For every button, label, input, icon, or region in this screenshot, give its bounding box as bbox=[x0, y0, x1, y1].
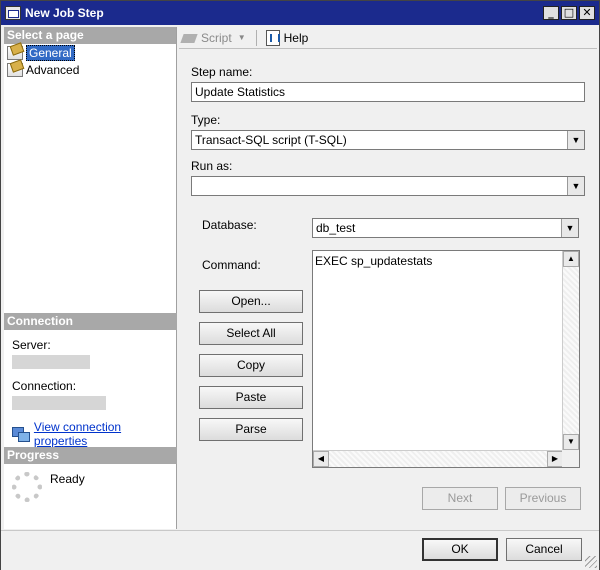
chevron-down-icon[interactable]: ▼ bbox=[567, 131, 584, 149]
command-label: Command: bbox=[202, 258, 261, 272]
run-as-select[interactable]: ▼ bbox=[191, 176, 585, 196]
cancel-button[interactable]: Cancel bbox=[506, 538, 582, 561]
command-buttons: Open... Select All Copy Paste Parse bbox=[199, 290, 303, 450]
ok-button[interactable]: OK bbox=[422, 538, 498, 561]
database-select[interactable]: db_test ▼ bbox=[312, 218, 579, 238]
toolbar: Script ▼ Help bbox=[179, 27, 597, 49]
open-button[interactable]: Open... bbox=[199, 290, 303, 313]
help-button[interactable]: Help bbox=[265, 29, 309, 46]
window-icon bbox=[5, 6, 21, 20]
progress-header: Progress bbox=[4, 447, 177, 464]
page-item-advanced[interactable]: Advanced bbox=[7, 62, 176, 78]
progress-section: Progress Ready bbox=[4, 447, 177, 510]
chevron-down-icon[interactable]: ▼ bbox=[567, 177, 584, 195]
chevron-down-icon[interactable]: ▼ bbox=[561, 219, 578, 237]
left-pane: Select a page General Advanced Connectio… bbox=[4, 27, 177, 529]
connection-header: Connection bbox=[4, 313, 177, 330]
previous-button[interactable]: Previous bbox=[505, 487, 581, 510]
help-label: Help bbox=[283, 30, 309, 45]
server-value bbox=[12, 355, 90, 369]
database-label: Database: bbox=[202, 218, 257, 232]
dialog-footer: OK Cancel bbox=[1, 530, 599, 570]
close-button[interactable]: ✕ bbox=[579, 6, 595, 20]
script-icon bbox=[182, 32, 198, 44]
resize-grip-icon[interactable] bbox=[585, 556, 597, 568]
next-button[interactable]: Next bbox=[422, 487, 498, 510]
server-label: Server: bbox=[12, 338, 51, 352]
command-textarea[interactable]: EXEC sp_updatestats ▲ ▼ ◀ ▶ bbox=[312, 250, 580, 468]
minimize-button[interactable]: _ bbox=[543, 6, 559, 20]
horizontal-scrollbar[interactable]: ◀ ▶ bbox=[313, 450, 563, 467]
new-job-step-dialog: New Job Step _ □ ✕ Select a page General… bbox=[0, 0, 600, 570]
script-label: Script bbox=[201, 30, 232, 45]
network-icon bbox=[12, 427, 30, 442]
window-title: New Job Step bbox=[25, 6, 104, 20]
scroll-right-icon[interactable]: ▶ bbox=[547, 451, 563, 467]
general-form: Step name: Update Statistics Type: Trans… bbox=[191, 65, 587, 196]
type-value: Transact-SQL script (T-SQL) bbox=[195, 133, 347, 147]
copy-button[interactable]: Copy bbox=[199, 354, 303, 377]
run-as-value bbox=[192, 177, 567, 195]
view-connection-properties-label: View connection properties bbox=[33, 420, 122, 448]
paste-button[interactable]: Paste bbox=[199, 386, 303, 409]
page-icon bbox=[7, 46, 23, 60]
select-page-header: Select a page bbox=[4, 27, 176, 44]
page-label: General bbox=[26, 45, 75, 61]
step-name-input[interactable]: Update Statistics bbox=[191, 82, 585, 102]
connection-value bbox=[12, 396, 106, 410]
type-select[interactable]: Transact-SQL script (T-SQL) ▼ bbox=[191, 130, 585, 150]
progress-spinner-icon bbox=[12, 472, 42, 502]
scrollbar-corner bbox=[562, 450, 579, 467]
maximize-button[interactable]: □ bbox=[561, 6, 577, 20]
parse-button[interactable]: Parse bbox=[199, 418, 303, 441]
step-name-label: Step name: bbox=[191, 65, 253, 79]
title-bar: New Job Step _ □ ✕ bbox=[1, 1, 599, 25]
run-as-label: Run as: bbox=[191, 159, 233, 173]
type-label: Type: bbox=[191, 113, 221, 127]
page-item-general[interactable]: General bbox=[7, 45, 176, 61]
connection-section: Connection Server: Connection: View conn… bbox=[4, 313, 177, 448]
progress-status: Ready bbox=[50, 472, 85, 486]
select-all-button[interactable]: Select All bbox=[199, 322, 303, 345]
help-icon bbox=[265, 29, 280, 46]
script-button[interactable]: Script ▼ bbox=[182, 31, 246, 45]
chevron-down-icon: ▼ bbox=[237, 33, 246, 42]
window-controls: _ □ ✕ bbox=[543, 6, 595, 20]
connection-label: Connection: bbox=[12, 379, 77, 393]
toolbar-separator bbox=[255, 29, 257, 46]
scroll-up-icon[interactable]: ▲ bbox=[563, 251, 579, 267]
scroll-down-icon[interactable]: ▼ bbox=[563, 434, 579, 450]
vertical-scrollbar[interactable]: ▲ ▼ bbox=[562, 251, 579, 450]
database-value: db_test bbox=[316, 221, 356, 235]
page-list: General Advanced bbox=[4, 44, 176, 312]
view-connection-properties-link[interactable]: View connection properties bbox=[12, 420, 169, 448]
navigation-buttons: Next Previous bbox=[422, 487, 581, 510]
page-label: Advanced bbox=[26, 63, 80, 77]
command-text: EXEC sp_updatestats bbox=[315, 254, 433, 268]
page-icon bbox=[7, 63, 23, 77]
scroll-left-icon[interactable]: ◀ bbox=[313, 451, 329, 467]
